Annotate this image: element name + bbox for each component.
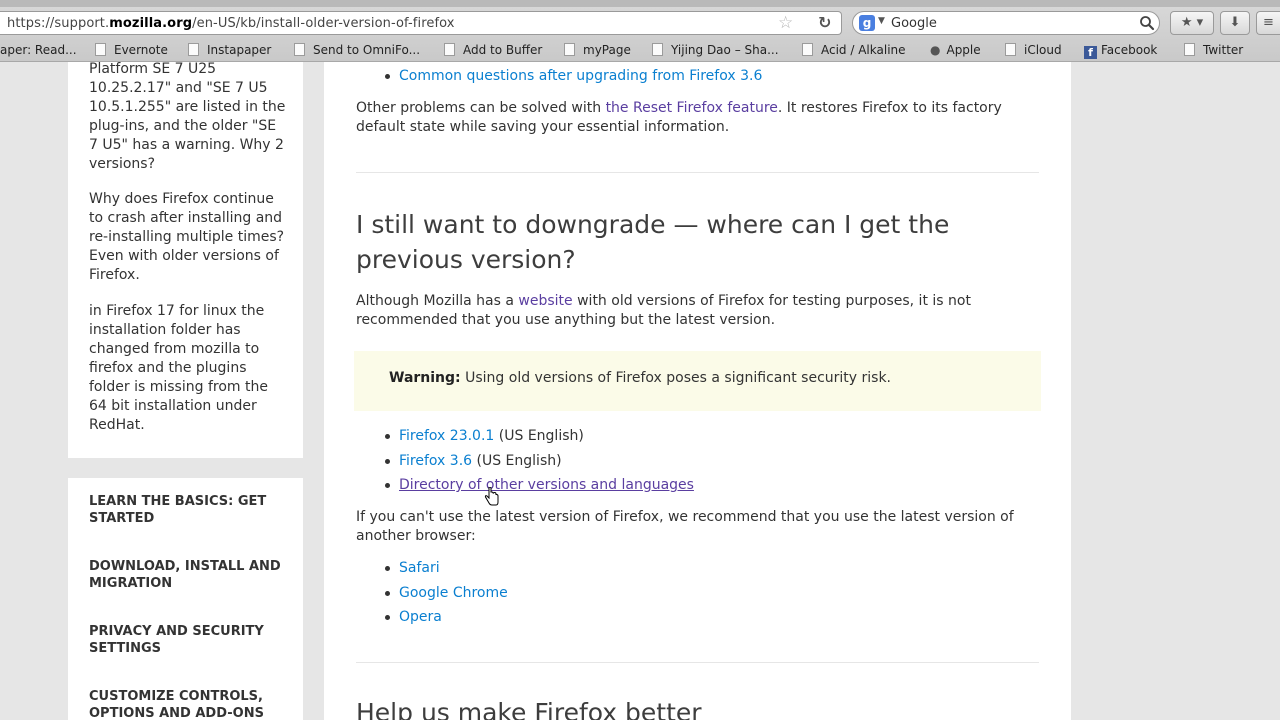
browser-toolbar: https://support.mozilla.org/en-US/kb/ins… (0, 0, 1280, 62)
bookmark-item[interactable]: Add to Buffer (444, 43, 542, 57)
web-page: Platform SE 7 U25 10.25.2.17" and "SE 7 … (0, 62, 1280, 720)
page-icon (802, 43, 813, 56)
website-link[interactable]: website (518, 293, 572, 309)
bookmarks-bar: aper: Read... Evernote Instapaper Send t… (0, 40, 1280, 60)
star-icon[interactable]: ☆ (778, 14, 793, 32)
warning-label: Warning: (389, 370, 461, 386)
language-note: (US English) (494, 428, 584, 444)
firefox-36-link[interactable]: Firefox 3.6 (399, 453, 472, 469)
url-domain: mozilla.org (109, 16, 193, 31)
warning-box: Warning: Using old versions of Firefox p… (354, 351, 1041, 411)
page-icon (444, 43, 455, 56)
bookmark-item[interactable]: Twitter (1184, 43, 1243, 57)
google-logo-icon[interactable]: g (859, 15, 875, 31)
bookmarks-button[interactable]: ★ ▾ (1170, 11, 1214, 35)
apple-icon: ● (930, 43, 941, 57)
downgrade-heading: I still want to downgrade — where can I … (356, 210, 950, 274)
browser-paragraph: If you can't use the latest version of F… (356, 509, 1014, 544)
list-item: Opera (385, 608, 442, 627)
bookmark-label: Facebook (1101, 43, 1158, 57)
page-icon (652, 43, 663, 56)
google-chrome-link[interactable]: Google Chrome (399, 585, 508, 601)
bookmark-item[interactable]: aper: Read... (0, 43, 77, 57)
bookmark-label: Evernote (114, 43, 168, 57)
list-item: Directory of other versions and language… (385, 476, 694, 495)
bookmark-label: myPage (583, 43, 631, 57)
bookmark-item[interactable]: Evernote (95, 43, 168, 57)
url-text[interactable]: https://support.mozilla.org/en-US/kb/ins… (7, 16, 455, 31)
list-item: Firefox 3.6 (US English) (385, 452, 562, 471)
text: Other problems can be solved with (356, 100, 606, 116)
bookmark-item[interactable]: ● Apple (930, 43, 981, 57)
bookmark-label: Instapaper (207, 43, 272, 57)
url-path: /en-US/kb/install-older-version-of-firef… (192, 16, 455, 31)
search-bar[interactable]: g ▼ Google (852, 11, 1160, 35)
language-note: (US English) (472, 453, 562, 469)
bookmark-item[interactable]: Acid / Alkaline (802, 43, 906, 57)
reset-paragraph: Other problems can be solved with the Re… (356, 99, 1039, 137)
url-prefix: https://support. (7, 16, 110, 31)
facebook-icon: f (1084, 46, 1097, 59)
list-item: Common questions after upgrading from Fi… (384, 67, 762, 86)
nav-item-privacy-security[interactable]: PRIVACY AND SECURITY SETTINGS (89, 623, 289, 657)
firefox-23-link[interactable]: Firefox 23.0.1 (399, 428, 494, 444)
page-icon (1184, 43, 1195, 56)
bookmark-item[interactable]: Send to OmniFo... (294, 43, 420, 57)
opera-link[interactable]: Opera (399, 609, 442, 625)
bookmark-item[interactable]: myPage (564, 43, 631, 57)
bookmarks-icon: ★ ▾ (1180, 15, 1204, 30)
bookmark-label: Add to Buffer (463, 43, 543, 57)
address-bar[interactable]: https://support.mozilla.org/en-US/kb/ins… (0, 11, 842, 35)
reset-firefox-link[interactable]: the Reset Firefox feature (606, 100, 778, 116)
text: Although Mozilla has a (356, 293, 519, 309)
nav-item-download-install[interactable]: DOWNLOAD, INSTALL AND MIGRATION (89, 558, 289, 592)
page-icon (564, 43, 575, 56)
menu-button[interactable]: ≡ (1256, 11, 1280, 35)
bookmark-label: Send to OmniFo... (313, 43, 421, 57)
text: Using old versions of Firefox poses a si… (460, 370, 892, 386)
bookmark-label: Apple (946, 43, 981, 57)
page-icon (188, 43, 199, 56)
related-question-link[interactable]: Platform SE 7 U25 10.25.2.17" and "SE 7 … (89, 62, 289, 174)
search-engine-label: Google (891, 16, 937, 31)
other-versions-link[interactable]: Directory of other versions and language… (399, 477, 694, 493)
divider (356, 662, 1039, 663)
safari-link[interactable]: Safari (399, 560, 440, 576)
bookmark-label: Yijing Dao – Sha... (671, 43, 779, 57)
warning-text: Warning: Using old versions of Firefox p… (389, 370, 891, 386)
list-item: Safari (385, 559, 440, 578)
engine-caret-icon[interactable]: ▼ (878, 16, 885, 26)
bookmark-item[interactable]: Yijing Dao – Sha... (652, 43, 779, 57)
window-strip (0, 0, 1280, 7)
bookmark-label: aper: Read... (0, 43, 77, 57)
cursor-icon (484, 487, 499, 506)
upgrade-questions-link[interactable]: Common questions after upgrading from Fi… (399, 68, 762, 84)
help-heading: Help us make Firefox better (356, 698, 702, 720)
page-icon (95, 43, 106, 56)
reload-icon[interactable]: ↻ (818, 14, 831, 32)
divider (356, 172, 1039, 173)
download-button[interactable]: ⬇ (1220, 11, 1250, 35)
related-question-link[interactable]: in Firefox 17 for linux the installation… (89, 302, 289, 435)
search-icon[interactable] (1138, 14, 1156, 32)
website-paragraph: Although Mozilla has a website with old … (356, 292, 1039, 330)
nav-item-customize[interactable]: CUSTOMIZE CONTROLS, OPTIONS AND ADD-ONS (89, 688, 289, 720)
topics-nav: LEARN THE BASICS: GET STARTED DOWNLOAD, … (68, 478, 303, 720)
bookmark-item[interactable]: f Facebook (1084, 43, 1157, 59)
article: Common questions after upgrading from Fi… (324, 62, 1071, 720)
menu-icon: ≡ (1263, 15, 1274, 30)
bookmark-label: iCloud (1024, 43, 1062, 57)
list-item: Firefox 23.0.1 (US English) (385, 427, 584, 446)
page-icon (1005, 43, 1016, 56)
download-icon: ⬇ (1229, 15, 1241, 30)
bookmark-item[interactable]: iCloud (1005, 43, 1062, 57)
bookmark-label: Acid / Alkaline (821, 43, 906, 57)
bookmark-item[interactable]: Instapaper (188, 43, 271, 57)
page-icon (294, 43, 305, 56)
nav-item-learn-basics[interactable]: LEARN THE BASICS: GET STARTED (89, 493, 289, 527)
bookmark-label: Twitter (1203, 43, 1244, 57)
related-question-link[interactable]: Why does Firefox continue to crash after… (89, 190, 289, 285)
related-questions-panel: Platform SE 7 U25 10.25.2.17" and "SE 7 … (68, 62, 303, 458)
list-item: Google Chrome (385, 584, 508, 603)
